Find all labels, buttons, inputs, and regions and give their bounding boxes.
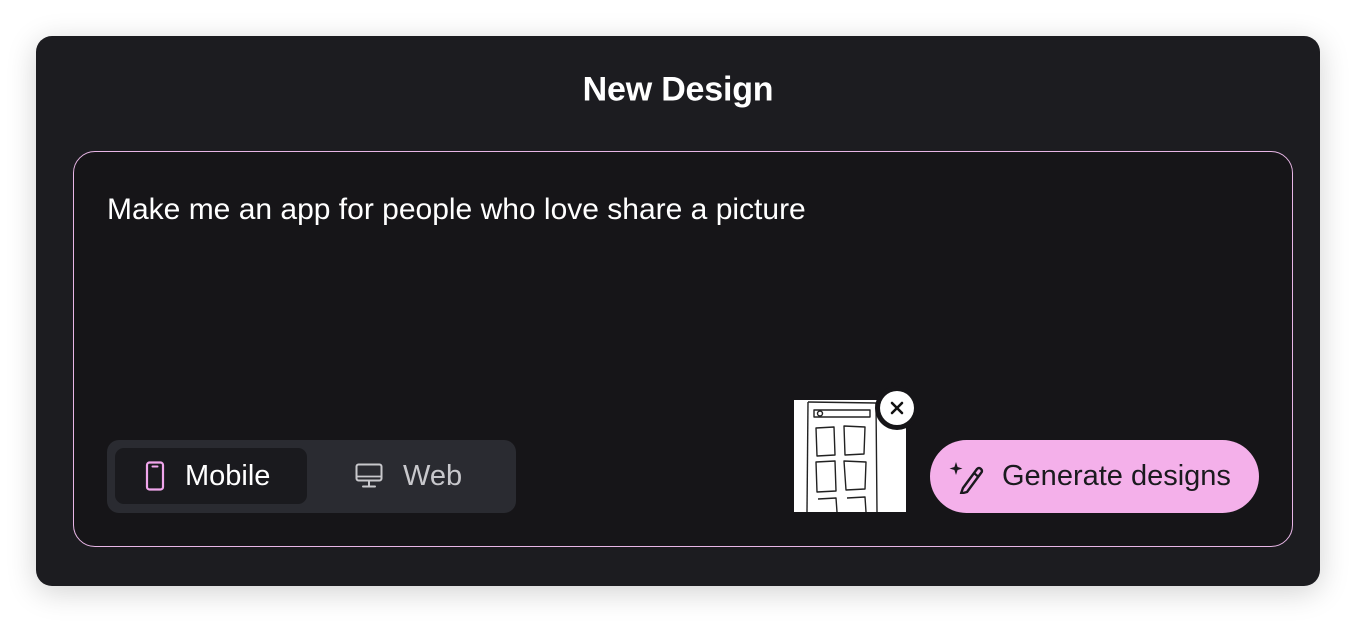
- mobile-toggle-button[interactable]: Mobile: [115, 448, 307, 504]
- magic-wand-icon: [948, 460, 984, 494]
- monitor-icon: [355, 463, 383, 489]
- generate-designs-label: Generate designs: [1002, 460, 1231, 492]
- device-toggle: Mobile Web: [107, 440, 516, 513]
- smartphone-icon: [145, 461, 165, 491]
- mobile-toggle-label: Mobile: [185, 459, 271, 492]
- new-design-dialog: New Design Make me an app for people who…: [36, 36, 1320, 586]
- close-icon: [880, 391, 914, 425]
- generate-designs-button[interactable]: Generate designs: [930, 440, 1259, 513]
- remove-attachment-button[interactable]: [875, 386, 919, 430]
- prompt-input[interactable]: Make me an app for people who love share…: [107, 192, 1207, 228]
- web-toggle-label: Web: [403, 459, 463, 492]
- prompt-container: Make me an app for people who love share…: [73, 151, 1293, 547]
- dialog-title: New Design: [582, 70, 774, 109]
- web-toggle-button[interactable]: Web: [319, 448, 509, 504]
